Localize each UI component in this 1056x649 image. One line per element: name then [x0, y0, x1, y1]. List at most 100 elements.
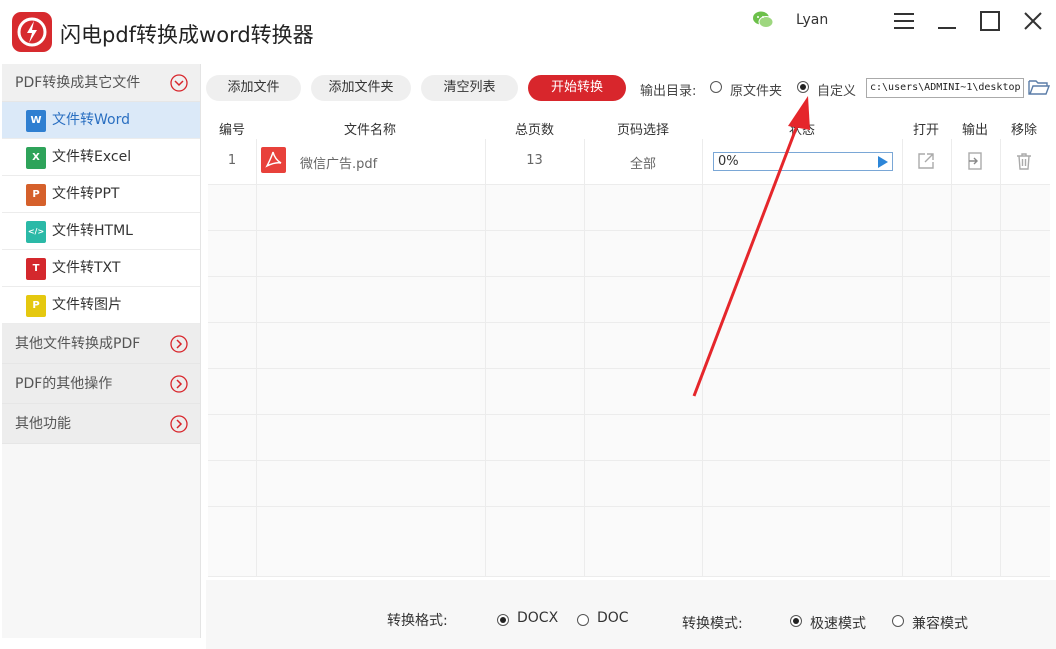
column-divider — [485, 139, 486, 577]
start-convert-button[interactable]: 开始转换 — [528, 75, 626, 101]
trash-icon[interactable] — [1014, 151, 1034, 171]
wechat-icon[interactable] — [752, 10, 774, 30]
sidebar-item-to-word[interactable]: W 文件转Word — [2, 102, 200, 139]
image-file-icon: P — [26, 295, 46, 317]
open-external-icon[interactable] — [916, 151, 936, 171]
row-page-range[interactable]: 全部 — [584, 153, 702, 172]
minimize-icon[interactable] — [934, 8, 960, 34]
output-icon[interactable] — [965, 151, 985, 171]
sidebar-item-to-image[interactable]: P 文件转图片 — [2, 287, 200, 324]
mode-fast-label[interactable]: 极速模式 — [810, 613, 866, 633]
mode-fast-radio[interactable] — [790, 615, 802, 627]
sidebar-item-label: 文件转Excel — [52, 149, 132, 165]
app-window: 闪电pdf转换成word转换器 Lyan PDF转换成其它文件 W 文件转Wor… — [0, 0, 1056, 649]
folder-open-icon[interactable] — [1028, 77, 1051, 97]
col-index: 编号 — [218, 123, 245, 138]
table-header: 编号 文件名称 总页数 页码选择 状态 打开 输出 移除 — [208, 115, 1050, 139]
col-open: 打开 — [912, 123, 939, 138]
file-table: 编号 文件名称 总页数 页码选择 状态 打开 输出 移除 1 微信广告.pdf — [208, 115, 1050, 577]
sidebar-group-pdf-other-ops[interactable]: PDF的其他操作 — [2, 364, 200, 404]
add-file-button[interactable]: 添加文件 — [206, 75, 301, 101]
title-bar: 闪电pdf转换成word转换器 Lyan — [0, 0, 1056, 62]
col-pages: 总页数 — [514, 123, 554, 138]
sidebar-group-other-functions[interactable]: 其他功能 — [2, 404, 200, 444]
row-filename: 微信广告.pdf — [300, 157, 378, 172]
column-divider — [702, 139, 703, 577]
clear-list-button[interactable]: 清空列表 — [421, 75, 518, 101]
maximize-icon[interactable] — [977, 8, 1003, 34]
mode-compat-label[interactable]: 兼容模式 — [912, 613, 968, 633]
original-folder-label[interactable]: 原文件夹 — [730, 80, 782, 99]
excel-file-icon: X — [26, 147, 46, 169]
play-icon[interactable] — [878, 156, 888, 168]
html-file-icon: </> — [26, 221, 46, 243]
empty-row — [208, 277, 1050, 323]
sidebar-item-label: 文件转HTML — [52, 223, 133, 239]
sidebar-group-label: 其他文件转换成PDF — [15, 336, 141, 352]
empty-row — [208, 231, 1050, 277]
sidebar-item-to-excel[interactable]: X 文件转Excel — [2, 139, 200, 176]
empty-row — [208, 369, 1050, 415]
format-doc-radio[interactable] — [577, 614, 589, 626]
sidebar: PDF转换成其它文件 W 文件转Word X 文件转Excel P 文件转PPT… — [2, 64, 201, 638]
progress-text: 0% — [718, 154, 739, 169]
empty-row — [208, 415, 1050, 461]
column-divider — [256, 139, 257, 577]
sidebar-group-pdf-to-other[interactable]: PDF转换成其它文件 — [2, 64, 200, 102]
column-divider — [1000, 139, 1001, 577]
sidebar-item-label: 文件转PPT — [52, 186, 120, 202]
chevron-right-icon — [170, 415, 188, 433]
col-status: 状态 — [788, 123, 815, 138]
ppt-file-icon: P — [26, 184, 46, 206]
format-doc-label[interactable]: DOC — [597, 610, 629, 626]
sidebar-group-label: PDF的其他操作 — [15, 376, 113, 392]
username-label[interactable]: Lyan — [796, 12, 828, 28]
col-output: 输出 — [961, 123, 988, 138]
sidebar-group-label: 其他功能 — [15, 416, 71, 432]
column-divider — [951, 139, 952, 577]
empty-row — [208, 461, 1050, 507]
empty-row — [208, 323, 1050, 369]
original-folder-radio[interactable] — [710, 81, 722, 93]
custom-folder-radio[interactable] — [797, 81, 809, 93]
row-pages: 13 — [526, 153, 543, 168]
row-index: 1 — [227, 153, 237, 168]
close-icon[interactable] — [1020, 8, 1046, 34]
format-label: 转换格式: — [387, 613, 448, 629]
empty-row — [208, 185, 1050, 231]
col-remove: 移除 — [1010, 123, 1037, 138]
pdf-file-icon — [261, 147, 286, 173]
app-title: 闪电pdf转换成word转换器 — [60, 23, 314, 47]
sidebar-item-label: 文件转TXT — [52, 260, 121, 276]
add-folder-button[interactable]: 添加文件夹 — [311, 75, 411, 101]
txt-file-icon: T — [26, 258, 46, 280]
col-range: 页码选择 — [616, 123, 669, 138]
output-path-input[interactable]: c:\users\ADMINI~1\desktop — [866, 78, 1024, 98]
column-divider — [584, 139, 585, 577]
sidebar-group-other-to-pdf[interactable]: 其他文件转换成PDF — [2, 324, 200, 364]
menu-icon[interactable] — [891, 8, 917, 34]
sidebar-item-label: 文件转图片 — [52, 297, 122, 313]
sidebar-item-to-html[interactable]: </> 文件转HTML — [2, 213, 200, 250]
chevron-down-icon — [170, 74, 188, 92]
mode-compat-radio[interactable] — [892, 615, 904, 627]
app-logo-icon — [12, 12, 52, 52]
sidebar-item-to-ppt[interactable]: P 文件转PPT — [2, 176, 200, 213]
chevron-right-icon — [170, 335, 188, 353]
sidebar-item-label: 文件转Word — [52, 112, 130, 128]
sidebar-item-to-txt[interactable]: T 文件转TXT — [2, 250, 200, 287]
row-progress-bar: 0% — [713, 152, 893, 171]
format-docx-label[interactable]: DOCX — [517, 610, 558, 626]
bottom-options-bar: 转换格式: DOCX DOC 转换模式: 极速模式 兼容模式 — [206, 580, 1056, 649]
chevron-right-icon — [170, 375, 188, 393]
custom-folder-label[interactable]: 自定义 — [817, 80, 856, 99]
output-dir-label: 输出目录: — [640, 84, 697, 99]
column-divider — [902, 139, 903, 577]
empty-row — [208, 507, 1050, 577]
format-docx-radio[interactable] — [497, 614, 509, 626]
toolbar: 添加文件 添加文件夹 清空列表 开始转换 输出目录: 原文件夹 自定义 c:\u… — [206, 68, 1056, 108]
sidebar-group-label: PDF转换成其它文件 — [15, 75, 141, 91]
col-filename: 文件名称 — [343, 123, 396, 138]
word-file-icon: W — [26, 110, 46, 132]
mode-label: 转换模式: — [682, 616, 743, 632]
